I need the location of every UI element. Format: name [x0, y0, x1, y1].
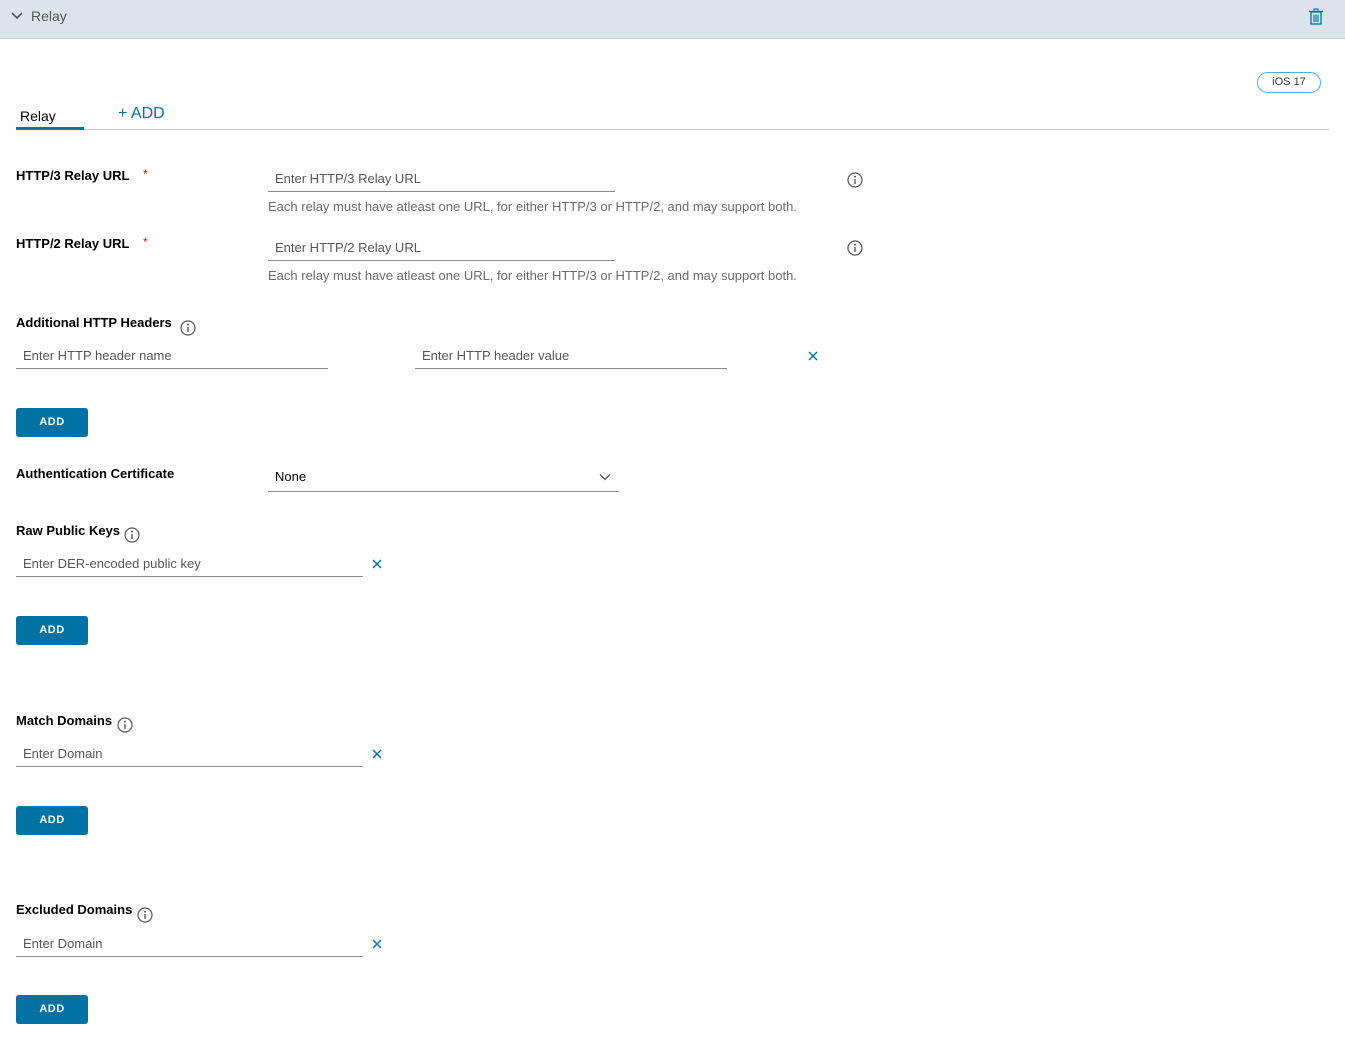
header-name-input[interactable]	[16, 343, 328, 369]
info-icon[interactable]	[180, 320, 196, 336]
active-tab-indicator	[16, 127, 84, 130]
close-icon[interactable]	[371, 558, 383, 570]
close-icon[interactable]	[371, 938, 383, 950]
add-excluded-domain-button[interactable]: ADD	[16, 995, 88, 1024]
add-header-button[interactable]: ADD	[16, 408, 88, 437]
info-icon[interactable]	[847, 240, 863, 256]
ios-version-badge: iOS 17	[1257, 72, 1321, 93]
public-key-input[interactable]	[16, 551, 363, 577]
match-domain-input[interactable]	[16, 741, 363, 767]
info-icon[interactable]	[137, 907, 153, 923]
add-public-key-button[interactable]: ADD	[16, 616, 88, 645]
close-icon[interactable]	[807, 350, 819, 362]
section-header[interactable]: Relay	[0, 0, 1345, 39]
add-match-domain-button[interactable]: ADD	[16, 806, 88, 835]
info-icon[interactable]	[117, 717, 133, 733]
additional-headers-label: Additional HTTP Headers	[16, 315, 172, 330]
auth-certificate-label: Authentication Certificate	[16, 466, 175, 481]
http2-relay-url-label: HTTP/2 Relay URL	[16, 236, 130, 251]
trash-icon[interactable]	[1308, 8, 1324, 25]
auth-certificate-value: None	[275, 469, 307, 484]
info-icon[interactable]	[847, 172, 863, 188]
required-marker: *	[143, 167, 148, 181]
header-value-input[interactable]	[415, 343, 727, 369]
http3-helper-text: Each relay must have atleast one URL, fo…	[268, 199, 797, 214]
http3-relay-url-input[interactable]	[268, 166, 615, 192]
close-icon[interactable]	[371, 748, 383, 760]
http2-helper-text: Each relay must have atleast one URL, fo…	[268, 268, 797, 283]
section-title: Relay	[31, 8, 67, 24]
excluded-domains-label: Excluded Domains	[16, 902, 133, 917]
http2-relay-url-input[interactable]	[268, 235, 615, 261]
raw-public-keys-label: Raw Public Keys	[16, 523, 121, 538]
add-tab-button[interactable]: + ADD	[118, 105, 165, 123]
chevron-down-icon	[599, 474, 611, 481]
info-icon[interactable]	[124, 527, 140, 543]
auth-certificate-select[interactable]: None	[268, 463, 619, 492]
required-marker: *	[143, 235, 148, 249]
excluded-domain-input[interactable]	[16, 931, 363, 957]
http3-relay-url-label: HTTP/3 Relay URL	[16, 168, 130, 183]
match-domains-label: Match Domains	[16, 713, 113, 728]
chevron-down-icon[interactable]	[10, 9, 24, 23]
tabs-divider	[16, 129, 1329, 130]
